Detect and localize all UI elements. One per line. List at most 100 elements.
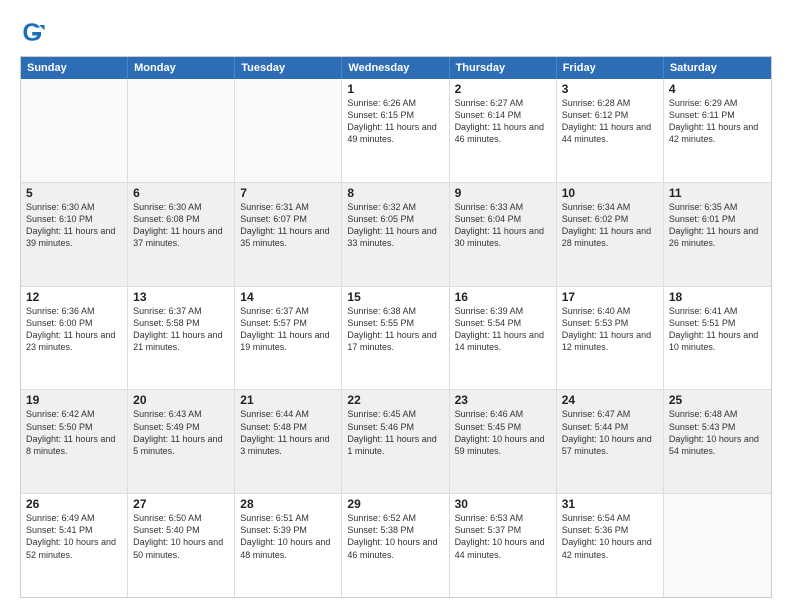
calendar-cell: 30Sunrise: 6:53 AM Sunset: 5:37 PM Dayli… — [450, 494, 557, 597]
calendar-body: 1Sunrise: 6:26 AM Sunset: 6:15 PM Daylig… — [21, 79, 771, 597]
cell-sun-info: Sunrise: 6:30 AM Sunset: 6:08 PM Dayligh… — [133, 201, 229, 250]
cell-sun-info: Sunrise: 6:32 AM Sunset: 6:05 PM Dayligh… — [347, 201, 443, 250]
calendar-cell: 14Sunrise: 6:37 AM Sunset: 5:57 PM Dayli… — [235, 287, 342, 390]
calendar-cell: 24Sunrise: 6:47 AM Sunset: 5:44 PM Dayli… — [557, 390, 664, 493]
cell-sun-info: Sunrise: 6:39 AM Sunset: 5:54 PM Dayligh… — [455, 305, 551, 354]
cell-sun-info: Sunrise: 6:40 AM Sunset: 5:53 PM Dayligh… — [562, 305, 658, 354]
calendar-row: 19Sunrise: 6:42 AM Sunset: 5:50 PM Dayli… — [21, 390, 771, 494]
day-number: 23 — [455, 393, 551, 407]
day-number: 27 — [133, 497, 229, 511]
calendar-row: 12Sunrise: 6:36 AM Sunset: 6:00 PM Dayli… — [21, 287, 771, 391]
page: SundayMondayTuesdayWednesdayThursdayFrid… — [0, 0, 792, 612]
day-number: 30 — [455, 497, 551, 511]
logo-icon — [20, 18, 48, 46]
calendar-cell: 18Sunrise: 6:41 AM Sunset: 5:51 PM Dayli… — [664, 287, 771, 390]
day-number: 15 — [347, 290, 443, 304]
calendar: SundayMondayTuesdayWednesdayThursdayFrid… — [20, 56, 772, 598]
cell-sun-info: Sunrise: 6:29 AM Sunset: 6:11 PM Dayligh… — [669, 97, 766, 146]
weekday-header: Tuesday — [235, 57, 342, 79]
calendar-cell: 23Sunrise: 6:46 AM Sunset: 5:45 PM Dayli… — [450, 390, 557, 493]
cell-sun-info: Sunrise: 6:51 AM Sunset: 5:39 PM Dayligh… — [240, 512, 336, 561]
cell-sun-info: Sunrise: 6:45 AM Sunset: 5:46 PM Dayligh… — [347, 408, 443, 457]
cell-sun-info: Sunrise: 6:34 AM Sunset: 6:02 PM Dayligh… — [562, 201, 658, 250]
calendar-row: 1Sunrise: 6:26 AM Sunset: 6:15 PM Daylig… — [21, 79, 771, 183]
day-number: 7 — [240, 186, 336, 200]
day-number: 28 — [240, 497, 336, 511]
calendar-cell: 12Sunrise: 6:36 AM Sunset: 6:00 PM Dayli… — [21, 287, 128, 390]
cell-sun-info: Sunrise: 6:27 AM Sunset: 6:14 PM Dayligh… — [455, 97, 551, 146]
calendar-row: 5Sunrise: 6:30 AM Sunset: 6:10 PM Daylig… — [21, 183, 771, 287]
calendar-cell: 10Sunrise: 6:34 AM Sunset: 6:02 PM Dayli… — [557, 183, 664, 286]
day-number: 19 — [26, 393, 122, 407]
day-number: 18 — [669, 290, 766, 304]
calendar-header: SundayMondayTuesdayWednesdayThursdayFrid… — [21, 57, 771, 79]
day-number: 20 — [133, 393, 229, 407]
calendar-row: 26Sunrise: 6:49 AM Sunset: 5:41 PM Dayli… — [21, 494, 771, 597]
day-number: 2 — [455, 82, 551, 96]
day-number: 9 — [455, 186, 551, 200]
cell-sun-info: Sunrise: 6:43 AM Sunset: 5:49 PM Dayligh… — [133, 408, 229, 457]
day-number: 26 — [26, 497, 122, 511]
day-number: 12 — [26, 290, 122, 304]
cell-sun-info: Sunrise: 6:47 AM Sunset: 5:44 PM Dayligh… — [562, 408, 658, 457]
calendar-cell — [235, 79, 342, 182]
calendar-cell: 11Sunrise: 6:35 AM Sunset: 6:01 PM Dayli… — [664, 183, 771, 286]
calendar-cell: 9Sunrise: 6:33 AM Sunset: 6:04 PM Daylig… — [450, 183, 557, 286]
day-number: 10 — [562, 186, 658, 200]
cell-sun-info: Sunrise: 6:28 AM Sunset: 6:12 PM Dayligh… — [562, 97, 658, 146]
day-number: 13 — [133, 290, 229, 304]
day-number: 31 — [562, 497, 658, 511]
cell-sun-info: Sunrise: 6:42 AM Sunset: 5:50 PM Dayligh… — [26, 408, 122, 457]
calendar-cell: 5Sunrise: 6:30 AM Sunset: 6:10 PM Daylig… — [21, 183, 128, 286]
logo — [20, 18, 52, 46]
calendar-cell: 4Sunrise: 6:29 AM Sunset: 6:11 PM Daylig… — [664, 79, 771, 182]
calendar-cell: 7Sunrise: 6:31 AM Sunset: 6:07 PM Daylig… — [235, 183, 342, 286]
day-number: 8 — [347, 186, 443, 200]
cell-sun-info: Sunrise: 6:49 AM Sunset: 5:41 PM Dayligh… — [26, 512, 122, 561]
cell-sun-info: Sunrise: 6:54 AM Sunset: 5:36 PM Dayligh… — [562, 512, 658, 561]
day-number: 3 — [562, 82, 658, 96]
calendar-cell: 2Sunrise: 6:27 AM Sunset: 6:14 PM Daylig… — [450, 79, 557, 182]
header — [20, 18, 772, 46]
calendar-cell: 6Sunrise: 6:30 AM Sunset: 6:08 PM Daylig… — [128, 183, 235, 286]
calendar-cell: 16Sunrise: 6:39 AM Sunset: 5:54 PM Dayli… — [450, 287, 557, 390]
cell-sun-info: Sunrise: 6:31 AM Sunset: 6:07 PM Dayligh… — [240, 201, 336, 250]
day-number: 11 — [669, 186, 766, 200]
cell-sun-info: Sunrise: 6:53 AM Sunset: 5:37 PM Dayligh… — [455, 512, 551, 561]
day-number: 21 — [240, 393, 336, 407]
calendar-cell: 31Sunrise: 6:54 AM Sunset: 5:36 PM Dayli… — [557, 494, 664, 597]
cell-sun-info: Sunrise: 6:48 AM Sunset: 5:43 PM Dayligh… — [669, 408, 766, 457]
cell-sun-info: Sunrise: 6:38 AM Sunset: 5:55 PM Dayligh… — [347, 305, 443, 354]
cell-sun-info: Sunrise: 6:52 AM Sunset: 5:38 PM Dayligh… — [347, 512, 443, 561]
calendar-cell: 15Sunrise: 6:38 AM Sunset: 5:55 PM Dayli… — [342, 287, 449, 390]
calendar-cell — [128, 79, 235, 182]
day-number: 16 — [455, 290, 551, 304]
calendar-cell: 27Sunrise: 6:50 AM Sunset: 5:40 PM Dayli… — [128, 494, 235, 597]
calendar-cell: 20Sunrise: 6:43 AM Sunset: 5:49 PM Dayli… — [128, 390, 235, 493]
day-number: 5 — [26, 186, 122, 200]
calendar-cell: 28Sunrise: 6:51 AM Sunset: 5:39 PM Dayli… — [235, 494, 342, 597]
calendar-cell: 8Sunrise: 6:32 AM Sunset: 6:05 PM Daylig… — [342, 183, 449, 286]
calendar-cell: 25Sunrise: 6:48 AM Sunset: 5:43 PM Dayli… — [664, 390, 771, 493]
calendar-cell — [21, 79, 128, 182]
calendar-cell: 1Sunrise: 6:26 AM Sunset: 6:15 PM Daylig… — [342, 79, 449, 182]
day-number: 22 — [347, 393, 443, 407]
cell-sun-info: Sunrise: 6:50 AM Sunset: 5:40 PM Dayligh… — [133, 512, 229, 561]
calendar-cell: 21Sunrise: 6:44 AM Sunset: 5:48 PM Dayli… — [235, 390, 342, 493]
day-number: 29 — [347, 497, 443, 511]
weekday-header: Friday — [557, 57, 664, 79]
calendar-cell: 19Sunrise: 6:42 AM Sunset: 5:50 PM Dayli… — [21, 390, 128, 493]
cell-sun-info: Sunrise: 6:30 AM Sunset: 6:10 PM Dayligh… — [26, 201, 122, 250]
calendar-cell: 22Sunrise: 6:45 AM Sunset: 5:46 PM Dayli… — [342, 390, 449, 493]
cell-sun-info: Sunrise: 6:44 AM Sunset: 5:48 PM Dayligh… — [240, 408, 336, 457]
calendar-cell: 13Sunrise: 6:37 AM Sunset: 5:58 PM Dayli… — [128, 287, 235, 390]
cell-sun-info: Sunrise: 6:46 AM Sunset: 5:45 PM Dayligh… — [455, 408, 551, 457]
cell-sun-info: Sunrise: 6:41 AM Sunset: 5:51 PM Dayligh… — [669, 305, 766, 354]
cell-sun-info: Sunrise: 6:37 AM Sunset: 5:58 PM Dayligh… — [133, 305, 229, 354]
day-number: 4 — [669, 82, 766, 96]
calendar-cell: 3Sunrise: 6:28 AM Sunset: 6:12 PM Daylig… — [557, 79, 664, 182]
cell-sun-info: Sunrise: 6:33 AM Sunset: 6:04 PM Dayligh… — [455, 201, 551, 250]
cell-sun-info: Sunrise: 6:36 AM Sunset: 6:00 PM Dayligh… — [26, 305, 122, 354]
day-number: 1 — [347, 82, 443, 96]
calendar-cell: 29Sunrise: 6:52 AM Sunset: 5:38 PM Dayli… — [342, 494, 449, 597]
